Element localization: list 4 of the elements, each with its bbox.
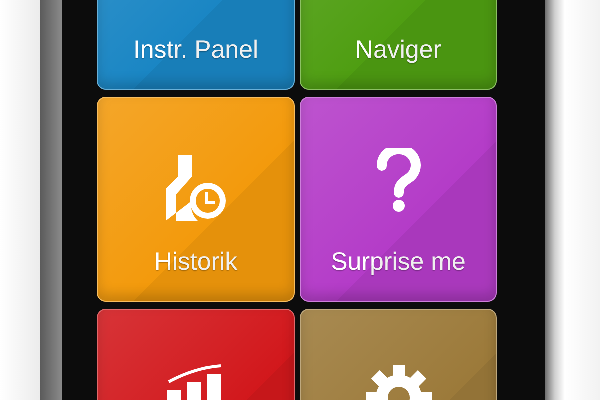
menu-tile[interactable]: Historik [97,97,295,302]
history-icon [164,155,228,223]
menu-tile[interactable]: Surprise me [300,97,497,302]
question-mark-icon [376,148,422,214]
